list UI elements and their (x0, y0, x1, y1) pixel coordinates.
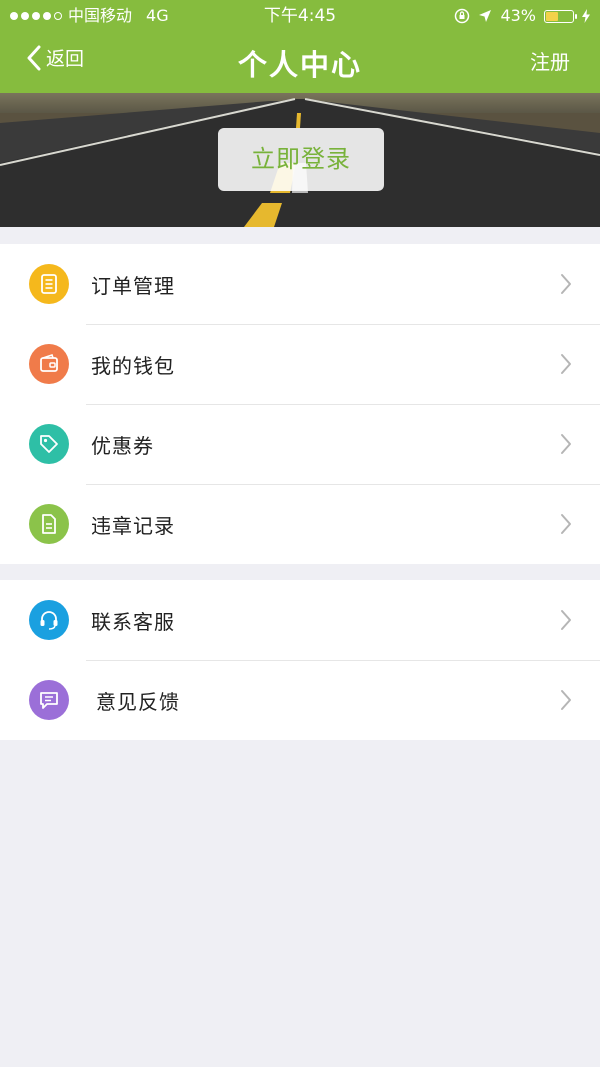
menu-item-label: 订单管理 (91, 273, 175, 298)
menu-item-label: 违章记录 (91, 513, 175, 538)
battery-icon (544, 9, 577, 23)
document-icon (29, 504, 69, 544)
chevron-right-icon (561, 274, 571, 294)
menu-group-main: 订单管理 我的钱包 优惠券 违章记录 (0, 244, 600, 564)
login-button[interactable]: 立即登录 (218, 128, 384, 191)
menu-item-customer-service[interactable]: 联系客服 (0, 580, 600, 660)
charging-bolt-icon (582, 9, 590, 23)
coupon-tag-icon (29, 424, 69, 464)
page-title: 个人中心 (237, 48, 362, 82)
chat-bubble-icon (29, 680, 69, 720)
road-banner: 立即登录 (0, 93, 600, 227)
chevron-right-icon (561, 434, 571, 454)
menu-item-label: 联系客服 (91, 609, 175, 634)
status-bar: 中国移动 4G 下午4:45 43% (0, 0, 600, 32)
register-button[interactable]: 注册 (530, 46, 570, 75)
order-list-icon (29, 264, 69, 304)
nav-bar: 返回 个人中心 注册 (0, 32, 600, 93)
headset-icon (29, 600, 69, 640)
chevron-right-icon (561, 610, 571, 630)
menu-item-wallet[interactable]: 我的钱包 (0, 324, 600, 404)
menu-item-label: 意见反馈 (96, 689, 180, 714)
chevron-right-icon (561, 514, 571, 534)
status-right: 43% (454, 0, 590, 32)
app-header: 中国移动 4G 下午4:45 43% 返回 个人中心 注册 (0, 0, 600, 93)
chevron-right-icon (561, 354, 571, 374)
menu-item-violations[interactable]: 违章记录 (0, 484, 600, 564)
location-arrow-icon (479, 10, 492, 22)
rotation-lock-icon (455, 8, 470, 24)
chevron-right-icon (561, 690, 571, 710)
menu-group-support: 联系客服 意见反馈 (0, 580, 600, 740)
menu-item-orders[interactable]: 订单管理 (0, 244, 600, 324)
menu-item-coupons[interactable]: 优惠券 (0, 404, 600, 484)
menu-item-label: 优惠券 (91, 433, 154, 458)
menu-item-label: 我的钱包 (91, 353, 175, 378)
battery-percent: 43% (500, 6, 536, 25)
wallet-icon (29, 344, 69, 384)
menu-item-feedback[interactable]: 意见反馈 (0, 660, 600, 740)
